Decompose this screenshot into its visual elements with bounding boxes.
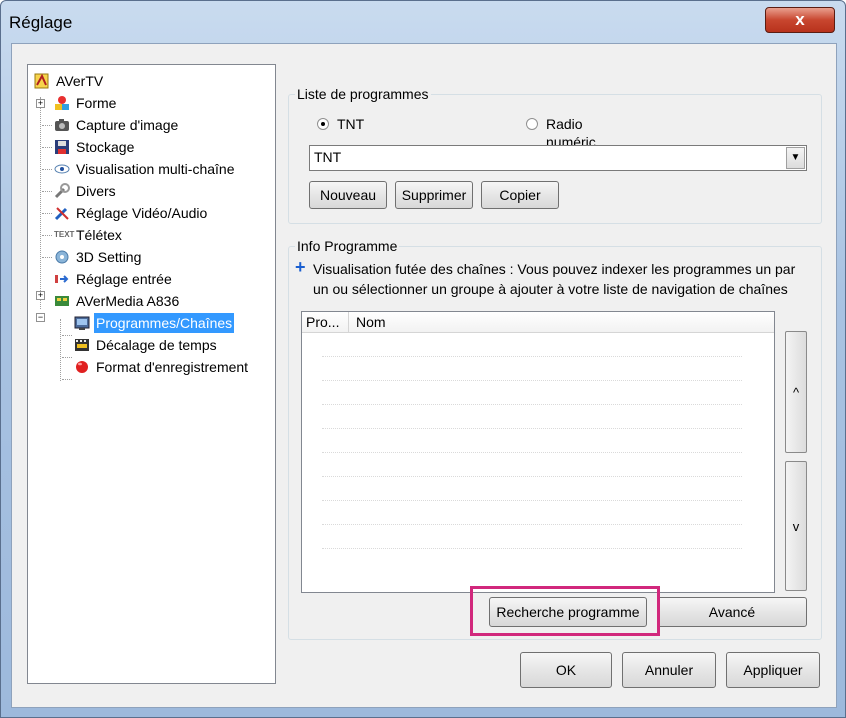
collapse-avermedia-icon[interactable]: − — [36, 313, 45, 322]
move-up-button[interactable]: ^ — [785, 331, 807, 453]
eye-icon — [54, 164, 70, 174]
tree-item-label: AVerMedia A836 — [76, 293, 180, 309]
window-title: Réglage — [9, 13, 73, 32]
radio-tnt-label: TNT — [337, 116, 365, 132]
tree-item-label: Forme — [76, 95, 117, 111]
avertv-icon — [34, 73, 49, 89]
list-row — [322, 356, 742, 357]
advanced-button[interactable]: Avancé — [657, 597, 807, 627]
list-row — [322, 404, 742, 405]
wrench-icon — [54, 207, 69, 221]
list-row — [322, 524, 742, 525]
program-info-text-line2: un ou sélectionner un groupe à ajouter à… — [313, 281, 788, 297]
column-header-pro[interactable]: Pro... — [306, 314, 339, 330]
tree-item-label: Stockage — [76, 139, 135, 155]
new-button[interactable]: Nouveau — [309, 181, 387, 209]
list-row — [322, 428, 742, 429]
record-icon — [76, 361, 88, 373]
list-row — [322, 476, 742, 477]
ok-button[interactable]: OK — [520, 652, 612, 688]
timeshift-icon — [75, 339, 89, 351]
list-row — [322, 452, 742, 453]
tree-item-label: Décalage de temps — [96, 337, 217, 353]
program-list-group: Liste de programmes TNT Radio numéric TN… — [288, 86, 822, 224]
dialog-client-area: + + − AVerTV Forme Capture d'image Stock… — [11, 43, 837, 708]
tree-item-label: Télétex — [76, 227, 122, 243]
list-row — [322, 548, 742, 549]
dialog-window: Réglage x + + − AVerTV Forme Capture d'i… — [0, 0, 846, 718]
plus-icon: + — [295, 257, 306, 277]
tree-item-label: Capture d'image — [76, 117, 179, 133]
program-info-legend: Info Programme — [295, 238, 400, 254]
tree-item-label: Divers — [76, 183, 116, 199]
program-list-select-value: TNT — [314, 149, 342, 165]
tree-item-label: AVerTV — [56, 73, 104, 89]
disk-icon — [55, 140, 69, 154]
list-row — [322, 380, 742, 381]
list-row — [322, 500, 742, 501]
program-list-select[interactable]: TNT ▼ — [309, 145, 807, 171]
program-list-legend: Liste de programmes — [295, 86, 431, 102]
expand-forme-icon[interactable]: + — [36, 99, 45, 108]
forme-icon — [55, 96, 69, 110]
cancel-button[interactable]: Annuler — [622, 652, 716, 688]
tree-item-label: Réglage entrée — [76, 271, 172, 287]
tree-item-label: Réglage Vidéo/Audio — [76, 205, 208, 221]
channel-list-header: Pro... Nom — [302, 312, 774, 333]
apply-button[interactable]: Appliquer — [726, 652, 820, 688]
device-icon — [55, 296, 69, 306]
channel-list[interactable]: Pro... Nom — [301, 311, 775, 593]
program-info-text-line1: Visualisation futée des chaînes : Vous p… — [313, 261, 796, 277]
chevron-down-icon[interactable]: ▼ — [786, 147, 805, 169]
camera-icon — [55, 119, 69, 131]
program-info-group: Info Programme + Visualisation futée des… — [288, 238, 822, 640]
close-button[interactable]: x — [765, 7, 835, 33]
tools-icon — [54, 183, 70, 199]
radio-tnt-indicator — [317, 118, 329, 130]
highlight-box — [470, 586, 660, 636]
tree-item-label: Format d'enregistrement — [96, 359, 249, 375]
expand-reglage-entree-icon[interactable]: + — [36, 291, 45, 300]
column-header-nom[interactable]: Nom — [356, 314, 386, 330]
radio-radio-indicator — [526, 118, 538, 130]
input-icon — [55, 275, 69, 283]
tree-item-label: 3D Setting — [76, 249, 142, 265]
delete-button[interactable]: Supprimer — [395, 181, 473, 209]
move-down-button[interactable]: v — [785, 461, 807, 591]
settings-tree[interactable]: + + − AVerTV Forme Capture d'image Stock… — [27, 64, 276, 684]
copy-button[interactable]: Copier — [481, 181, 559, 209]
text-icon: TEXT — [54, 230, 75, 239]
channel-icon — [74, 316, 90, 330]
3d-icon — [55, 250, 69, 264]
tree-item-label: Visualisation multi-chaîne — [76, 161, 235, 177]
tree-item-label: Programmes/Chaînes — [94, 313, 235, 333]
